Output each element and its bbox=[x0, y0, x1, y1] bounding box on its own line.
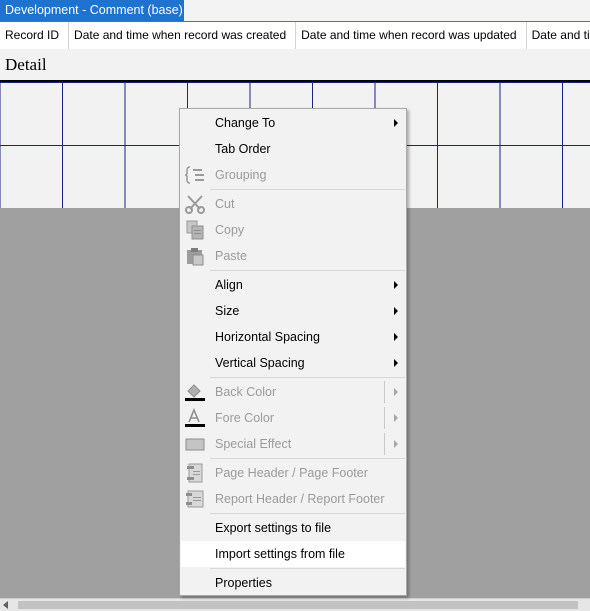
special-effect-icon bbox=[185, 438, 205, 451]
menu-item-label: Back Color bbox=[215, 385, 277, 399]
context-menu: Change To Tab Order Grouping Cut Copy Pa… bbox=[179, 108, 407, 596]
submenu-arrow-icon bbox=[394, 388, 398, 396]
copy-icon bbox=[186, 220, 204, 240]
menu-item-label: Report Header / Report Footer bbox=[215, 492, 385, 506]
menu-separator bbox=[210, 189, 405, 190]
menu-item-import-settings[interactable]: Import settings from file bbox=[181, 541, 405, 567]
submenu-arrow-icon bbox=[394, 440, 398, 448]
menu-item-back-color[interactable]: Back Color bbox=[181, 379, 405, 405]
menu-item-label: Cut bbox=[215, 197, 235, 211]
menu-item-tab-order[interactable]: Tab Order bbox=[181, 136, 405, 162]
column-header-created[interactable]: Date and time when record was created bbox=[69, 22, 297, 49]
split-divider bbox=[384, 433, 385, 455]
menu-item-label: Align bbox=[215, 278, 243, 292]
page-header-section: Record ID Date and time when record was … bbox=[0, 21, 590, 50]
submenu-arrow-icon bbox=[394, 333, 398, 341]
split-divider bbox=[384, 407, 385, 429]
menu-separator bbox=[210, 458, 405, 459]
menu-item-align[interactable]: Align bbox=[181, 272, 405, 298]
menu-item-label: Change To bbox=[215, 116, 276, 130]
menu-item-horizontal-spacing[interactable]: Horizontal Spacing bbox=[181, 324, 405, 350]
menu-item-cut[interactable]: Cut bbox=[181, 191, 405, 217]
menu-separator bbox=[210, 377, 405, 378]
menu-separator bbox=[210, 568, 405, 569]
menu-item-label: Grouping bbox=[215, 168, 267, 182]
menu-item-label: Paste bbox=[215, 249, 247, 263]
menu-item-label: Horizontal Spacing bbox=[215, 330, 320, 344]
menu-item-page-header-footer[interactable]: Page Header / Page Footer bbox=[181, 460, 405, 486]
menu-item-label: Size bbox=[215, 304, 240, 318]
submenu-arrow-icon bbox=[394, 414, 398, 422]
menu-item-copy[interactable]: Copy bbox=[181, 217, 405, 243]
menu-item-report-header-footer[interactable]: Report Header / Report Footer bbox=[181, 486, 405, 512]
menu-item-grouping[interactable]: Grouping bbox=[181, 162, 405, 188]
menu-item-label: Properties bbox=[215, 576, 272, 590]
menu-item-label: Import settings from file bbox=[215, 547, 345, 561]
menu-item-label: Vertical Spacing bbox=[215, 356, 305, 370]
fill-color-icon bbox=[185, 384, 205, 401]
paste-icon bbox=[187, 248, 204, 266]
font-color-icon bbox=[185, 408, 205, 427]
menu-item-change-to[interactable]: Change To bbox=[181, 110, 405, 136]
page-header-footer-icon bbox=[187, 463, 203, 483]
grouping-icon bbox=[184, 166, 204, 184]
submenu-arrow-icon bbox=[394, 119, 398, 127]
menu-separator bbox=[210, 270, 405, 271]
menu-separator bbox=[210, 513, 405, 514]
scissors-icon bbox=[185, 195, 205, 214]
menu-item-special-effect[interactable]: Special Effect bbox=[181, 431, 405, 457]
menu-item-label: Page Header / Page Footer bbox=[215, 466, 368, 480]
menu-item-export-settings[interactable]: Export settings to file bbox=[181, 515, 405, 541]
title-strip bbox=[184, 0, 590, 22]
menu-item-fore-color[interactable]: Fore Color bbox=[181, 405, 405, 431]
submenu-arrow-icon bbox=[394, 307, 398, 315]
horizontal-scrollbar[interactable] bbox=[0, 598, 590, 611]
menu-item-label: Export settings to file bbox=[215, 521, 332, 535]
menu-item-vertical-spacing[interactable]: Vertical Spacing bbox=[181, 350, 405, 376]
scrollbar-thumb[interactable] bbox=[18, 601, 578, 609]
window-title-tab[interactable]: Development - Comment (base) bbox=[0, 0, 184, 21]
split-divider bbox=[384, 381, 385, 403]
menu-item-size[interactable]: Size bbox=[181, 298, 405, 324]
menu-item-label: Tab Order bbox=[215, 142, 271, 156]
menu-item-label: Special Effect bbox=[215, 437, 292, 451]
submenu-arrow-icon bbox=[394, 281, 398, 289]
detail-section-label: Detail bbox=[5, 55, 47, 74]
column-header-record-id[interactable]: Record ID bbox=[0, 22, 70, 49]
report-header-footer-icon bbox=[186, 490, 204, 508]
submenu-arrow-icon bbox=[394, 359, 398, 367]
column-header-truncated[interactable]: Date and ti bbox=[527, 22, 590, 49]
column-header-updated[interactable]: Date and time when record was updated bbox=[296, 22, 527, 49]
menu-item-label: Copy bbox=[215, 223, 245, 237]
scroll-left-icon[interactable] bbox=[3, 601, 8, 609]
menu-item-paste[interactable]: Paste bbox=[181, 243, 405, 269]
detail-section-bar[interactable]: Detail bbox=[0, 49, 590, 82]
menu-item-properties[interactable]: Properties bbox=[181, 570, 405, 596]
menu-item-label: Fore Color bbox=[215, 411, 275, 425]
